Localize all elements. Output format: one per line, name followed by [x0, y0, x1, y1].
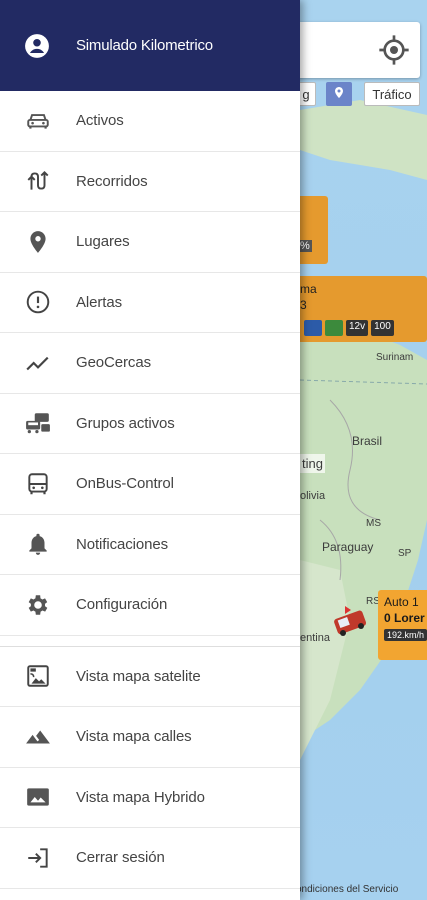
menu-item-label: Alertas	[76, 293, 122, 311]
map-label-bolivia: olivia	[300, 490, 326, 502]
bus-icon	[28, 473, 48, 495]
map-terms-link[interactable]: ondiciones del Servicio	[296, 884, 398, 895]
menu-item-label: GeoCercas	[76, 354, 151, 372]
places-toggle[interactable]	[326, 82, 352, 106]
vehicle-driver: 0 Lorer	[384, 611, 425, 625]
menu-item-label: Configuración	[76, 596, 168, 614]
menu-item-cerrar-sesion[interactable]: Cerrar sesión	[0, 828, 300, 889]
vehicle-marker-icon[interactable]	[331, 604, 371, 640]
menu-item-label: Vista mapa Hybrido	[76, 788, 205, 806]
gear-icon	[28, 595, 48, 615]
traffic-toggle[interactable]: Tráfico	[364, 82, 420, 106]
vehicle-card-partial-1[interactable]: %	[296, 196, 328, 264]
card-name: ma	[300, 282, 317, 296]
menu-item-activos[interactable]: Activos	[0, 91, 300, 152]
vehicle-group-icon	[26, 413, 50, 434]
map-label-argentina: entina	[300, 632, 330, 644]
vehicle-info-card[interactable]: Auto 1 0 Lorer 192.km/h	[378, 590, 427, 660]
terrain-icon	[26, 730, 50, 744]
menu-divider	[0, 636, 300, 647]
battery-percent: 100	[371, 320, 394, 336]
bell-icon	[29, 533, 47, 556]
menu-item-recorridos[interactable]: Recorridos	[0, 152, 300, 212]
menu-item-notificaciones[interactable]: Notificaciones	[0, 515, 300, 575]
drawer-header[interactable]: Simulado Kilometrico	[0, 0, 300, 91]
routes-icon	[27, 171, 49, 190]
key-icon	[325, 320, 343, 336]
vehicle-speed: 192.km/h	[384, 629, 427, 641]
trending-line-icon	[26, 356, 49, 371]
arrow-icon	[304, 320, 322, 336]
car-icon	[27, 113, 49, 129]
satellite-image-icon	[27, 665, 49, 687]
menu-item-label: Grupos activos	[76, 414, 175, 432]
menu-item-vista-calles[interactable]: Vista mapa calles	[0, 707, 300, 768]
map-label-ting: ting	[300, 454, 325, 473]
menu-item-label: Vista mapa satelite	[76, 667, 201, 685]
vehicle-name: Auto 1	[384, 595, 419, 609]
map-label-ms: MS	[366, 518, 381, 529]
navigation-drawer: Simulado Kilometrico Activos Recorridos …	[0, 0, 300, 900]
menu-item-vista-hybrido[interactable]: Vista mapa Hybrido	[0, 768, 300, 828]
battery-voltage: 12v	[346, 320, 369, 336]
logout-icon	[28, 848, 48, 868]
menu-item-label: Cerrar sesión	[76, 849, 165, 867]
map-pin-icon	[335, 87, 343, 98]
account-circle-icon	[25, 33, 49, 58]
my-location-icon[interactable]	[378, 34, 410, 66]
menu-item-label: OnBus-Control	[76, 475, 174, 493]
drawer-title: Simulado Kilometrico	[76, 37, 213, 54]
image-icon	[27, 788, 49, 806]
menu-item-onbus-control[interactable]: OnBus-Control	[0, 454, 300, 515]
menu-item-label: Recorridos	[76, 172, 148, 190]
menu-item-configuracion[interactable]: Configuración	[0, 575, 300, 636]
menu-item-lugares[interactable]: Lugares	[0, 212, 300, 273]
menu-item-alertas[interactable]: Alertas	[0, 273, 300, 333]
menu-item-label: Lugares	[76, 233, 130, 251]
location-pin-icon	[30, 230, 46, 253]
menu-item-vista-satelite[interactable]: Vista mapa satelite	[0, 647, 300, 707]
alert-circle-icon	[26, 290, 50, 314]
map-label-suriname: Surinam	[376, 352, 414, 363]
vehicle-card-partial-2[interactable]: ma 3 12v 100	[296, 276, 427, 342]
menu-item-label: Notificaciones	[76, 535, 168, 553]
menu-item-grupos-activos[interactable]: Grupos activos	[0, 394, 300, 454]
menu-item-label: Activos	[76, 112, 124, 130]
map-label-sp: SP	[398, 548, 412, 559]
card-percent: %	[298, 240, 312, 252]
card-sub: 3	[300, 298, 307, 312]
menu-item-geocercas[interactable]: GeoCercas	[0, 333, 300, 394]
map-label-brasil: Brasil	[352, 434, 383, 448]
menu-item-label: Vista mapa calles	[76, 728, 192, 746]
map-label-paraguay: Paraguay	[322, 540, 374, 554]
